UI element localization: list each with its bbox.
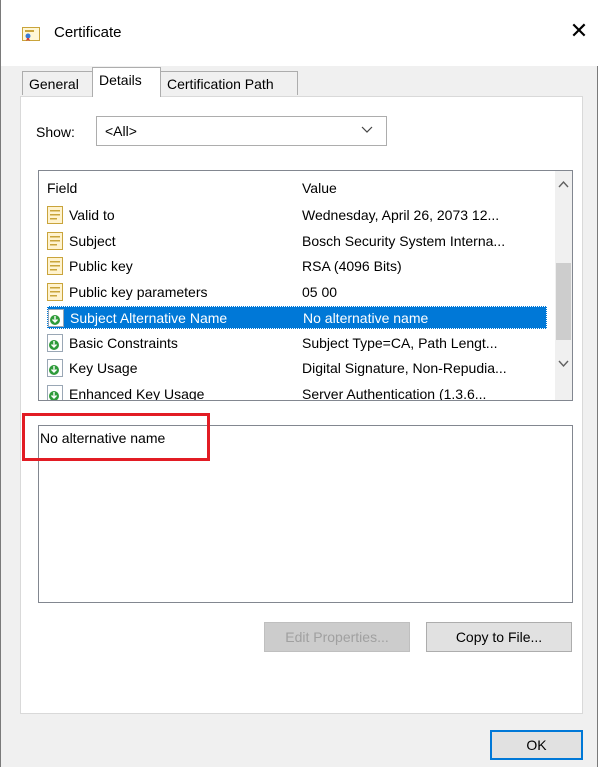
copy-to-file-button[interactable]: Copy to File... [426,622,572,652]
certificate-icon [22,27,40,41]
document-icon [47,231,63,250]
document-icon [47,206,63,224]
row-value: No alternative name [303,310,429,326]
scroll-thumb[interactable] [556,263,571,340]
row-field: Public key parameters [69,283,208,300]
show-dropdown-value: <All> [105,123,137,139]
annotation-highlight [22,413,210,461]
row-field: Subject [69,232,116,249]
row-field: Public key [69,258,133,274]
tab-label: Details [99,72,142,88]
button-label: OK [526,737,547,753]
scroll-down-icon[interactable] [557,357,570,369]
close-icon: ✕ [569,18,589,43]
row-value: 05 00 [302,283,338,300]
row-value: RSA (4096 Bits) [302,258,402,274]
row-value: Digital Signature, Non-Repudia... [302,360,507,376]
certificate-dialog: Certificate ✕ General Details Certificat… [0,0,598,767]
list-row[interactable]: Public key parameters 05 00 [47,281,547,304]
row-field: Subject Alternative Name [70,310,228,326]
document-icon [47,282,63,301]
list-row[interactable]: Public key RSA (4096 Bits) [47,255,547,278]
tab-certification-path[interactable]: Certification Path [160,71,298,95]
list-row[interactable]: Subject Bosch Security System Interna... [47,230,547,253]
column-header-field[interactable]: Field [47,180,77,196]
tab-label: General [29,76,79,92]
row-field: Key Usage [69,360,138,376]
show-label: Show: [36,124,75,140]
list-row[interactable]: Subject Alternative Name No alternative n… [47,306,547,329]
row-value: Wednesday, April 26, 2073 12... [302,207,500,223]
row-field: Valid to [69,207,115,223]
row-field: Basic Constraints [69,334,178,351]
list-row[interactable]: Valid to Wednesday, April 26, 2073 12... [47,204,547,227]
close-button[interactable]: ✕ [567,20,591,44]
tab-label: Certification Path [167,76,274,92]
row-value: Bosch Security System Interna... [302,232,506,249]
tab-details[interactable]: Details [92,67,161,97]
column-header-value[interactable]: Value [302,180,337,196]
list-row[interactable]: Basic Constraints Subject Type=CA, Path L… [47,332,547,355]
title-bar: Certificate ✕ [1,0,598,66]
list-row[interactable]: Enhanced Key Usage Server Authentication … [47,383,547,401]
extension-download-icon [47,384,63,400]
window-title: Certificate [54,24,122,41]
chevron-down-icon [361,126,373,133]
button-label: Copy to File... [455,629,543,645]
document-icon [47,257,63,275]
button-label: Edit Properties... [285,629,389,645]
row-value: Subject Type=CA, Path Lengt... [302,334,498,351]
edit-properties-button[interactable]: Edit Properties... [264,622,410,652]
tab-general[interactable]: General [22,71,93,95]
extension-download-icon [47,333,63,352]
show-dropdown[interactable]: <All> [96,116,387,146]
list-row[interactable]: Key Usage Digital Signature, Non-Repudia.… [47,357,547,380]
row-value: Server Authentication (1.3.6... [302,385,487,401]
vertical-scrollbar[interactable] [555,171,572,400]
fields-list[interactable]: Field Value Valid to Wednesday, April 26,… [38,170,573,401]
ok-button[interactable]: OK [490,730,583,760]
extension-download-icon [47,359,63,377]
row-field: Enhanced Key Usage [69,385,205,401]
extension-download-icon [48,309,64,327]
scroll-up-icon[interactable] [557,179,570,191]
